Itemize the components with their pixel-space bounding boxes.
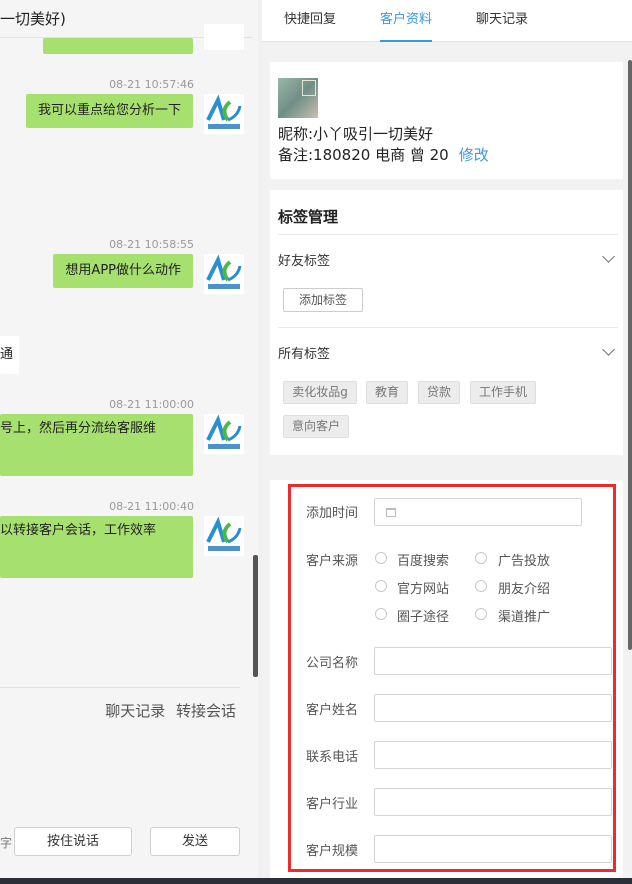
chat-pane: 一切美好) 08-21 10:57:46 我可以重点给您分析一下 08-21 1…	[0, 0, 258, 878]
tag-chip[interactable]: 卖化妆品g	[283, 381, 357, 404]
scale-input[interactable]	[374, 835, 612, 863]
all-tags-label[interactable]: 所有标签	[278, 343, 330, 362]
chevron-down-icon[interactable]	[602, 250, 615, 263]
logo-icon	[206, 516, 242, 551]
tag-chip[interactable]: 贷款	[418, 381, 460, 404]
avatar	[204, 516, 244, 556]
chat-bubble-incoming: 通	[0, 336, 19, 374]
chat-bubble: 我可以重点给您分析一下	[25, 94, 193, 128]
source-radio-ads[interactable]	[475, 552, 487, 564]
source-option-label[interactable]: 百度搜索	[397, 550, 449, 569]
send-button[interactable]: 发送	[150, 827, 240, 856]
source-radio-baidu[interactable]	[375, 552, 387, 564]
phone-label: 联系电话	[306, 750, 359, 765]
logo-icon	[206, 254, 242, 289]
avatar	[204, 254, 244, 294]
add-tag-button[interactable]: 添加标签	[283, 288, 363, 312]
tab-chat-history[interactable]: 聊天记录	[476, 0, 528, 42]
message-time: 08-21 11:00:00	[109, 398, 194, 411]
customer-form-card	[270, 480, 623, 878]
add-time-date-picker[interactable]	[374, 498, 582, 526]
message-time: 08-21 10:57:46	[109, 78, 194, 91]
customer-source-label: 客户来源	[306, 554, 359, 569]
transfer-chat-link[interactable]: 转接会话	[176, 702, 236, 720]
chat-bubble: 以转接客户会话，工作效率	[0, 516, 193, 578]
source-option-label[interactable]: 圈子途径	[397, 606, 449, 625]
source-radio-referral[interactable]	[475, 580, 487, 592]
source-radio-website[interactable]	[375, 580, 387, 592]
source-radio-circle[interactable]	[375, 608, 387, 620]
chevron-down-icon[interactable]	[602, 343, 615, 356]
chat-bubble: 号上，然后再分流给客服维	[0, 414, 193, 476]
avatar	[204, 24, 244, 50]
add-time-label: 添加时间	[306, 506, 359, 521]
edit-remark-link[interactable]: 修改	[459, 146, 489, 164]
chat-links: 聊天记录 转接会话	[99, 700, 236, 721]
message-time: 08-21 10:58:55	[109, 238, 194, 251]
customer-nickname: 昵称:小丫吸引一切美好	[278, 125, 434, 143]
chat-bubble-partial	[43, 38, 193, 54]
profile-card: 昵称:小丫吸引一切美好 备注:180820 电商 曾 20 修改	[270, 62, 623, 179]
company-name-input[interactable]	[374, 647, 612, 675]
logo-icon	[206, 414, 242, 449]
divider	[0, 687, 240, 688]
customer-avatar	[278, 78, 318, 118]
source-option-label[interactable]: 朋友介绍	[498, 578, 550, 597]
hold-to-talk-button[interactable]: 按住说话	[14, 827, 132, 856]
tag-chip[interactable]: 教育	[366, 381, 408, 404]
company-name-label: 公司名称	[306, 656, 359, 671]
customer-name-label: 客户姓名	[306, 703, 359, 718]
tag-management-card: 标签管理 好友标签 添加标签 所有标签 卖化妆品g 教育 贷款 工作手机 意向客…	[270, 190, 623, 455]
industry-input[interactable]	[374, 788, 612, 816]
chat-history-link[interactable]: 聊天记录	[105, 702, 165, 720]
tag-chip[interactable]: 工作手机	[470, 381, 536, 404]
scale-label: 客户规模	[306, 844, 359, 859]
panel-scrollbar[interactable]	[628, 60, 632, 650]
tab-customer-info[interactable]: 客户资料	[380, 0, 433, 42]
message-time: 08-21 11:00:40	[109, 500, 194, 513]
friend-tags-label[interactable]: 好友标签	[278, 250, 330, 269]
logo-icon	[206, 94, 242, 129]
phone-input[interactable]	[374, 741, 612, 769]
source-option-label[interactable]: 官方网站	[397, 578, 449, 597]
source-option-label[interactable]: 广告投放	[498, 550, 550, 569]
industry-label: 客户行业	[306, 797, 359, 812]
tag-management-title: 标签管理	[278, 208, 339, 226]
avatar	[204, 94, 244, 134]
remark-text: 备注:180820 电商 曾 20	[278, 146, 449, 164]
calendar-icon	[386, 508, 396, 517]
taskbar	[0, 878, 632, 884]
tab-bar: 快捷回复 客户资料 聊天记录	[262, 0, 632, 42]
chat-bubble: 想用APP做什么动作	[53, 254, 193, 288]
source-option-label[interactable]: 渠道推广	[498, 606, 550, 625]
input-edge-text: 字	[0, 836, 13, 850]
source-radio-channel[interactable]	[475, 608, 487, 620]
avatar	[204, 414, 244, 454]
customer-remark: 备注:180820 电商 曾 20 修改	[278, 144, 489, 165]
chat-scrollbar[interactable]	[253, 555, 258, 677]
divider	[278, 327, 618, 328]
tag-chip[interactable]: 意向客户	[283, 415, 349, 438]
divider	[278, 234, 618, 235]
tab-quick-reply[interactable]: 快捷回复	[284, 0, 336, 42]
customer-name-input[interactable]	[374, 694, 612, 722]
